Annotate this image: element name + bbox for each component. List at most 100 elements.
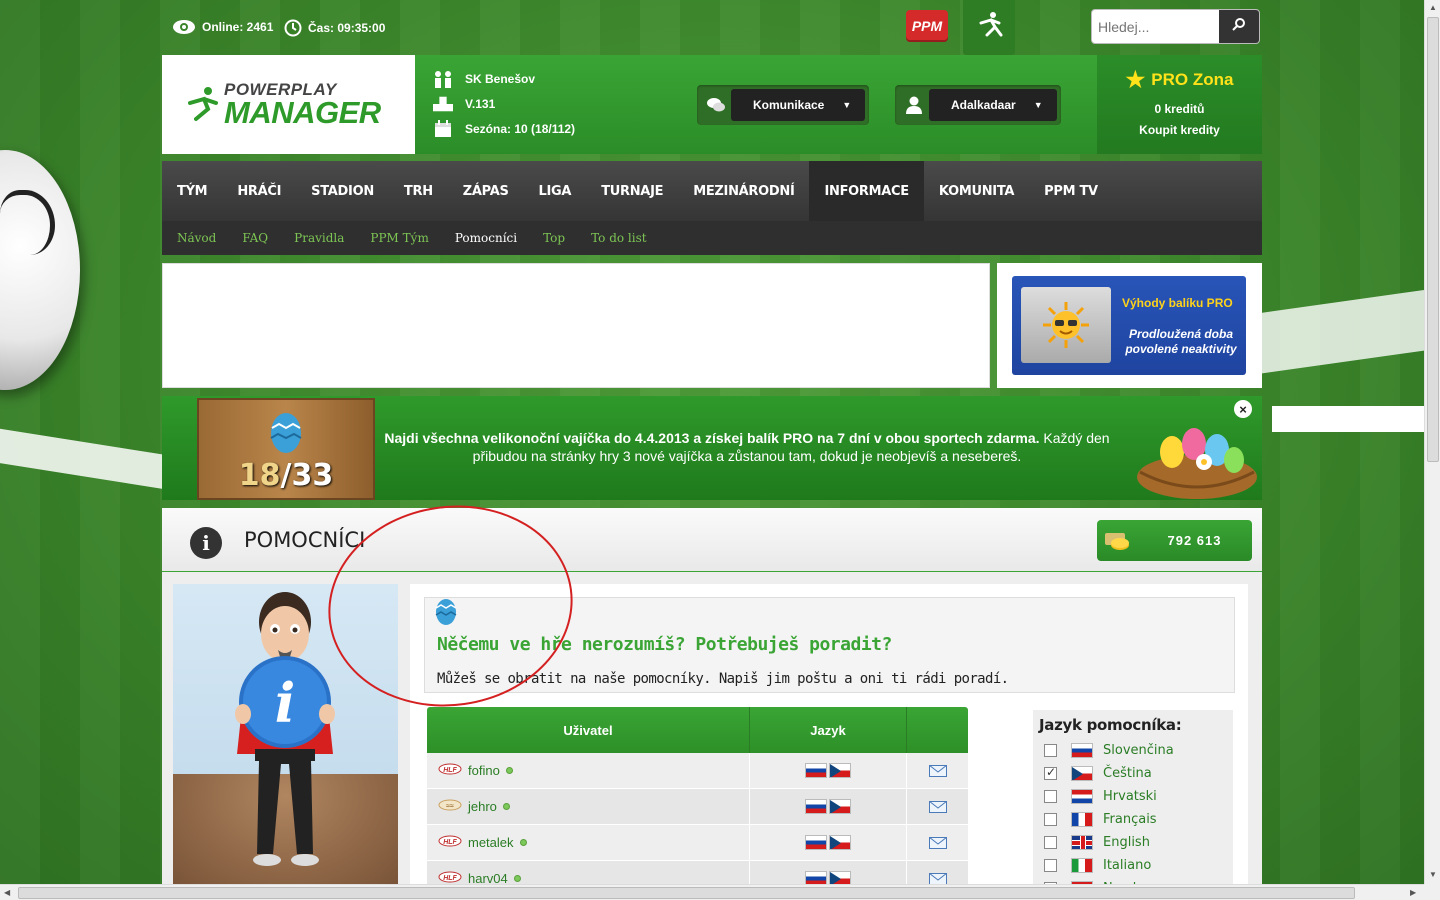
- language-option[interactable]: English: [1044, 832, 1150, 852]
- language-cell: [749, 825, 906, 860]
- nav-item[interactable]: INFORMACE: [809, 161, 924, 221]
- vertical-scrollbar[interactable]: ▲ ▼: [1424, 0, 1440, 884]
- subnav-item[interactable]: FAQ: [242, 231, 268, 245]
- buy-credits-link[interactable]: Koupit kredity: [1097, 123, 1262, 137]
- server-time: Čas: 09:35:00: [284, 19, 385, 37]
- scroll-up-icon[interactable]: ▲: [1429, 3, 1437, 12]
- communication-label: Komunikace: [753, 98, 825, 112]
- division-row[interactable]: V.131: [433, 95, 495, 113]
- language-option[interactable]: Hrvatski: [1044, 786, 1157, 806]
- language-option[interactable]: Slovenčina: [1044, 740, 1174, 760]
- flag-hr-icon: [1071, 788, 1093, 804]
- logo[interactable]: POWERPLAY MANAGER: [162, 55, 415, 154]
- club-name: SK Benešov: [465, 72, 536, 86]
- search-button[interactable]: [1219, 10, 1259, 43]
- division: V.131: [465, 97, 496, 111]
- soccer-player-icon: [973, 9, 1005, 46]
- language-checkbox[interactable]: [1044, 743, 1057, 757]
- user-link[interactable]: fofino: [468, 763, 500, 778]
- vertical-scroll-thumb[interactable]: [1427, 17, 1439, 462]
- svg-text:i: i: [275, 671, 296, 735]
- language-option[interactable]: Français: [1044, 809, 1157, 829]
- flag-slovakia-icon: [805, 799, 827, 814]
- soccer-sport-button[interactable]: [963, 0, 1015, 55]
- column-language[interactable]: Jazyk: [749, 707, 906, 753]
- header: POWERPLAY MANAGER SK Benešov V.131 Sezón…: [162, 55, 1262, 154]
- helpers-table: Uživatel Jazyk HLF fofino ≈≈ jehro HLF metale…: [427, 707, 968, 884]
- horizontal-scrollbar[interactable]: ◀ ▶: [0, 884, 1424, 900]
- user-link[interactable]: harv04: [468, 871, 508, 884]
- logo-text-main: MANAGER: [224, 95, 381, 130]
- mail-icon[interactable]: [928, 800, 947, 813]
- communication-dropdown[interactable]: Komunikace ▼: [697, 85, 870, 125]
- flag-sk-icon: [1071, 742, 1093, 758]
- pro-promo-wrap: Výhody balíku PRO Prodloužená doba povol…: [997, 263, 1262, 388]
- subnav-item[interactable]: Pomocníci: [455, 231, 517, 245]
- page-title: POMOCNÍCI: [244, 528, 366, 552]
- helper-avatar: i: [173, 584, 398, 884]
- subnav-item[interactable]: PPM Tým: [370, 231, 428, 245]
- language-checkbox[interactable]: [1044, 789, 1057, 803]
- scroll-right-icon[interactable]: ▶: [1410, 888, 1416, 897]
- column-user[interactable]: Uživatel: [427, 707, 749, 753]
- coins-icon: [1097, 531, 1137, 551]
- close-icon: ×: [1239, 401, 1247, 417]
- user-cell: HLF metalek: [427, 825, 749, 860]
- table-row: HLF harv04: [427, 861, 968, 884]
- search-input[interactable]: [1092, 10, 1220, 43]
- pro-promo-box[interactable]: Výhody balíku PRO Prodloužená doba povol…: [1012, 276, 1246, 375]
- close-banner-button[interactable]: ×: [1234, 400, 1252, 418]
- flag-fr-icon: [1071, 811, 1093, 827]
- easter-egg-icon[interactable]: [434, 596, 458, 631]
- table-row: ≈≈ jehro: [427, 789, 968, 825]
- user-link[interactable]: jehro: [468, 799, 497, 814]
- action-cell: [906, 861, 968, 884]
- ppm-hockey-button[interactable]: PPM: [906, 10, 948, 42]
- nav-item[interactable]: PPM TV: [1029, 161, 1113, 221]
- subnav-item[interactable]: To do list: [591, 231, 647, 245]
- search-box: [1091, 9, 1260, 44]
- money-balance-button[interactable]: 792 613: [1097, 520, 1252, 561]
- subnav-item[interactable]: Top: [543, 231, 565, 245]
- nav-item[interactable]: MEZINÁRODNÍ: [678, 161, 809, 221]
- language-checkbox[interactable]: [1044, 812, 1057, 826]
- info-icon: i: [190, 527, 222, 559]
- logo-player-icon: [188, 86, 218, 121]
- language-option[interactable]: Italiano: [1044, 855, 1151, 875]
- language-checkbox[interactable]: [1044, 835, 1057, 849]
- search-icon: [1232, 17, 1246, 36]
- nav-item[interactable]: KOMUNITA: [924, 161, 1029, 221]
- scroll-down-icon[interactable]: ▼: [1429, 870, 1437, 879]
- flag-cz-icon: [1071, 765, 1093, 781]
- nav-item[interactable]: TRH: [389, 161, 448, 221]
- side-strip: [1272, 406, 1424, 432]
- column-action: [906, 707, 968, 753]
- action-cell: [906, 789, 968, 824]
- mail-icon[interactable]: [928, 872, 947, 884]
- subnav-item[interactable]: Návod: [177, 231, 216, 245]
- pro-zone[interactable]: ★ PRO Zona 0 kreditů Koupit kredity: [1097, 55, 1262, 154]
- soccer-ball-decoration: [0, 150, 80, 390]
- nav-item[interactable]: LIGA: [524, 161, 587, 221]
- language-checkbox[interactable]: [1044, 858, 1057, 872]
- horizontal-scroll-thumb[interactable]: [18, 887, 1355, 899]
- nav-item[interactable]: ZÁPAS: [448, 161, 524, 221]
- easter-text: Najdi všechna velikonoční vajíčka do 4.4…: [377, 429, 1117, 465]
- scroll-left-icon[interactable]: ◀: [4, 888, 10, 897]
- season-row[interactable]: Sezóna: 10 (18/112): [433, 120, 575, 138]
- user-link[interactable]: metalek: [468, 835, 514, 850]
- nav-item[interactable]: STADION: [296, 161, 389, 221]
- subnav-item[interactable]: Pravidla: [294, 231, 344, 245]
- flag-czech-icon: [829, 835, 851, 850]
- mail-icon[interactable]: [928, 764, 947, 777]
- nav-item[interactable]: TURNAJE: [586, 161, 678, 221]
- user-dropdown[interactable]: Adalkadaar ▼: [895, 85, 1061, 125]
- mail-icon[interactable]: [928, 836, 947, 849]
- club-name-row[interactable]: SK Benešov: [433, 70, 535, 88]
- language-option[interactable]: Čeština: [1044, 763, 1152, 783]
- nav-item[interactable]: HRÁČI: [222, 161, 296, 221]
- language-checkbox[interactable]: [1044, 765, 1057, 780]
- main-panel: i POMOCNÍCI 792 613 i Něčemu ve hře nero…: [162, 508, 1262, 884]
- user-cell: HLF harv04: [427, 861, 749, 884]
- nav-item[interactable]: TÝM: [162, 161, 222, 221]
